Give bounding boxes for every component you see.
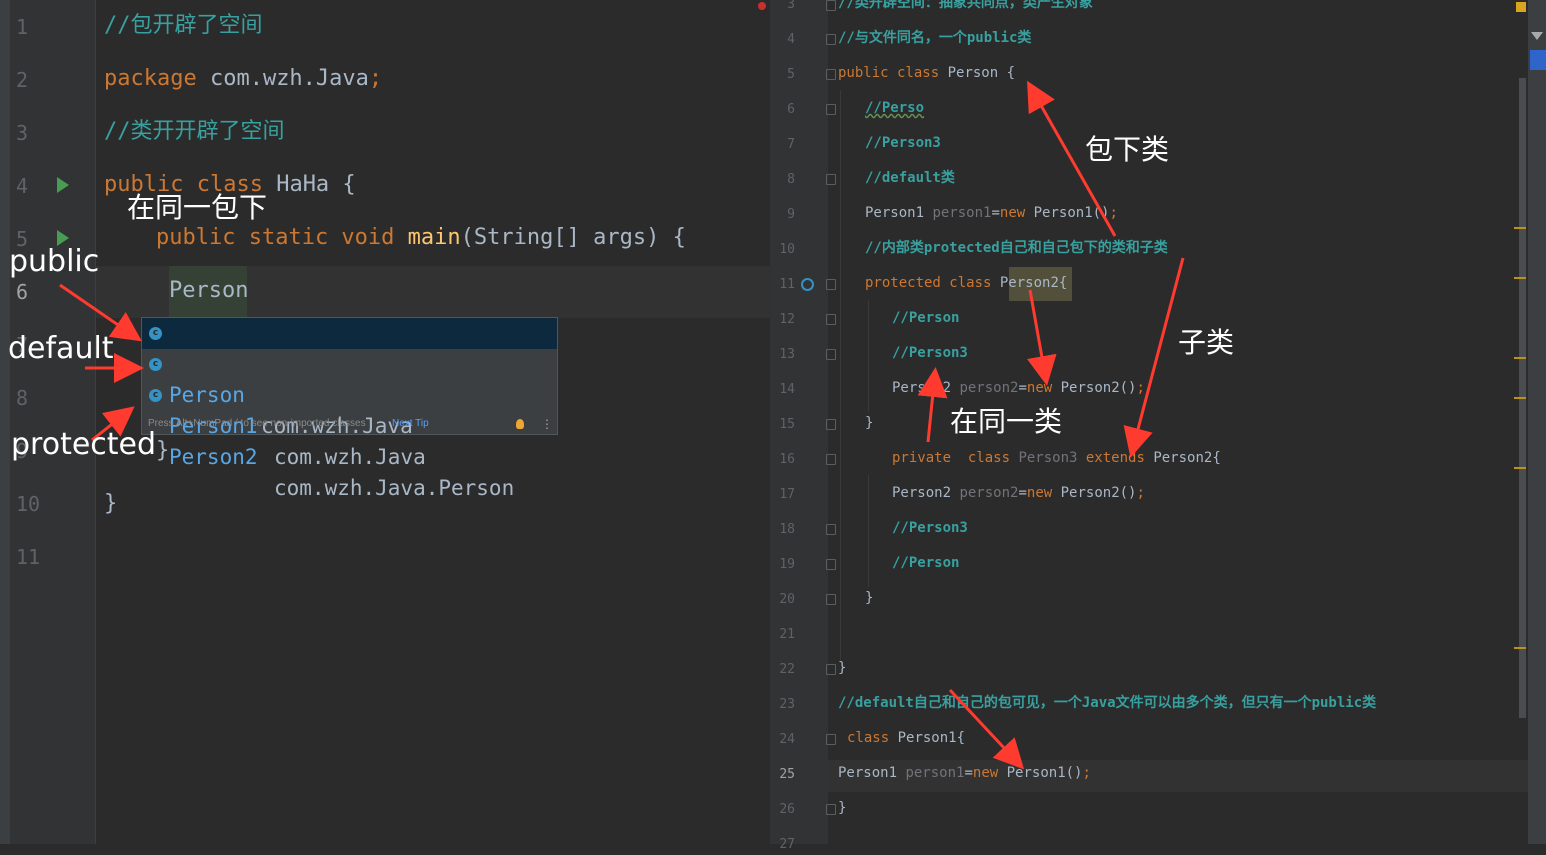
annotation-public: public xyxy=(9,244,100,279)
arrow-subclass xyxy=(1123,257,1185,458)
annotation-default: default xyxy=(8,331,114,366)
arrow-same-class xyxy=(1027,289,1057,386)
annotation-arrows xyxy=(59,80,1185,770)
annotation-same-package: 在同一包下 xyxy=(127,191,268,224)
annotation-subclass: 子类 xyxy=(1178,326,1235,359)
annotation-package-classes: 包下类 xyxy=(1085,133,1170,166)
annotation-protected: protected xyxy=(11,427,157,462)
arrow-default-class xyxy=(948,688,1025,770)
annotation-same-class: 在同一类 xyxy=(950,405,1063,438)
arrow-private xyxy=(917,367,948,443)
